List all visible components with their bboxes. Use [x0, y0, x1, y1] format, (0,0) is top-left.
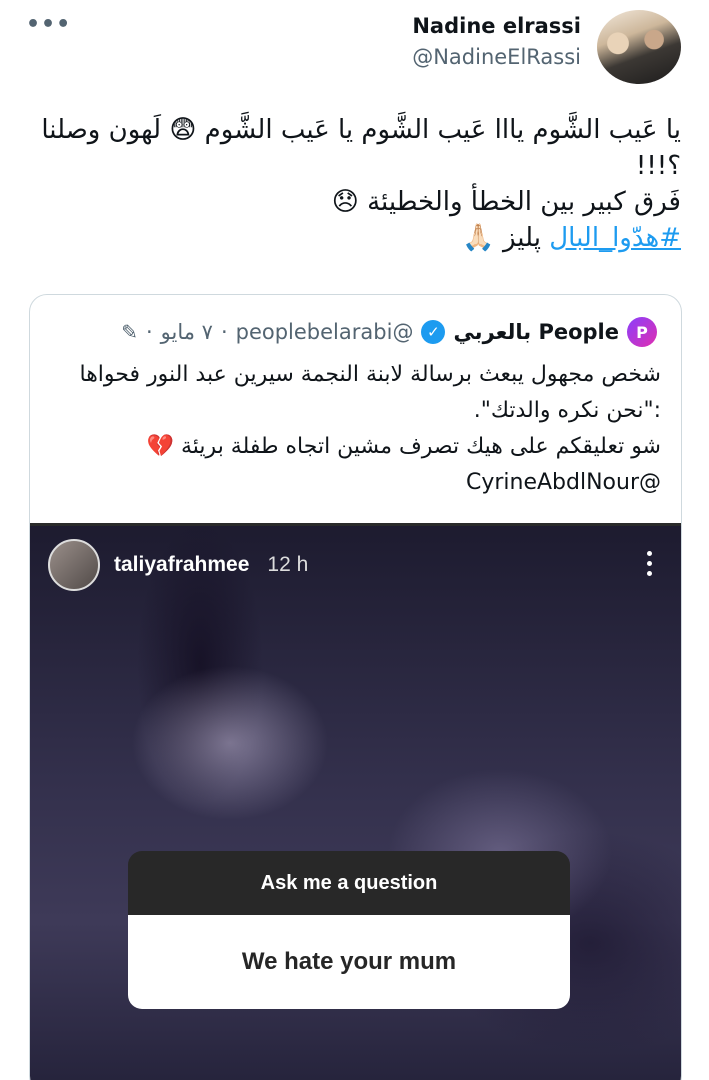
quoted-author-name[interactable]: People بالعربي [453, 320, 619, 344]
quoted-tweet-header: P People بالعربي ✓ @peoplebelarabi · ٧ م… [121, 317, 657, 347]
story-progress-bar [30, 523, 681, 526]
tweet-line: ؟!!! [635, 151, 681, 181]
question-sticker-answer: We hate your mum [128, 915, 570, 1009]
quoted-author-handle[interactable]: @peoplebelarabi [236, 320, 414, 344]
story-avatar [48, 539, 100, 591]
tweet-line: فَرق كبير بين الخطأ والخطيئة 😞 [331, 187, 681, 217]
verified-badge-icon: ✓ [421, 320, 446, 344]
story-time: 12 h [267, 553, 309, 576]
author-name[interactable]: Nadine elrassi [412, 12, 581, 40]
tweet-author[interactable]: Nadine elrassi @NadineElRassi [412, 12, 581, 74]
tweet-line: يا عَيب الشَّوم يااا عَيب الشَّوم يا عَي… [41, 115, 681, 145]
hashtag-suffix: پليز 🙏🏻 [462, 223, 550, 253]
story-user: taliyafrahmee 12 h [48, 539, 308, 591]
mention-link[interactable]: @CyrineAbdlNour [41, 465, 661, 501]
question-sticker-title: Ask me a question [128, 851, 570, 915]
quote-line: شخص مجهول يبعث برسالة لابنة النجمة سيرين… [79, 362, 662, 387]
tweet-text: يا عَيب الشَّوم يااا عَيب الشَّوم يا عَي… [41, 112, 681, 256]
separator-dot: · [145, 320, 153, 344]
more-options-icon[interactable]: ••• [26, 12, 71, 37]
separator-dot: · [220, 320, 228, 344]
quoted-tweet-date[interactable]: ٧ مايو [161, 320, 213, 344]
tweet-hashtag-line: #هدّوا_البال پليز 🙏🏻 [41, 220, 681, 256]
quote-line: شو تعليقكم على هيك تصرف مشين اتجاه طفلة … [146, 434, 661, 459]
question-sticker: Ask me a question We hate your mum [128, 851, 570, 1009]
author-avatar[interactable] [597, 10, 681, 84]
quoted-tweet-text: شخص مجهول يبعث برسالة لابنة النجمة سيرين… [41, 357, 662, 501]
quote-line: :"نحن نكره والدتك". [473, 398, 661, 423]
pencil-icon: ✎ [121, 320, 138, 344]
hashtag-link[interactable]: #هدّوا_البال [549, 223, 681, 253]
story-username: taliyafrahmee [114, 553, 250, 576]
more-vertical-icon [647, 551, 653, 576]
quoted-author-avatar[interactable]: P [627, 317, 657, 347]
story-image[interactable]: taliyafrahmee 12 h Ask me a question We … [30, 523, 681, 1080]
quoted-tweet[interactable]: P People بالعربي ✓ @peoplebelarabi · ٧ م… [29, 294, 682, 1080]
author-handle[interactable]: @NadineElRassi [412, 40, 581, 74]
